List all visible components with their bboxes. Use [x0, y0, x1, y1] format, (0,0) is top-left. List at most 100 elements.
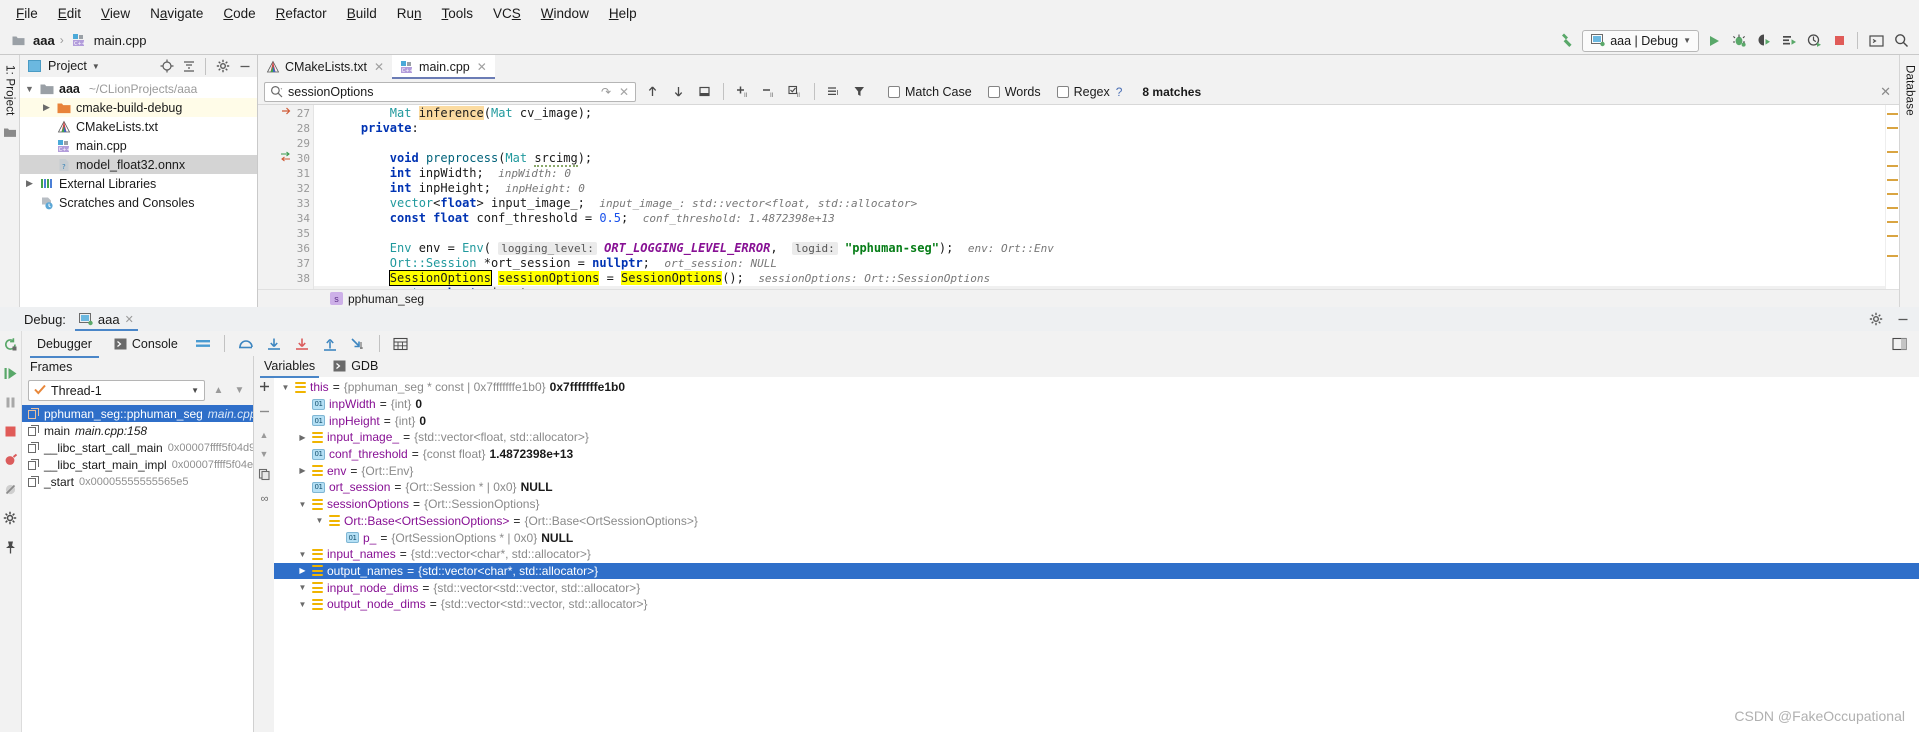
tree-node-model-float32-onnx[interactable]: ? model_float32.onnx: [20, 155, 257, 174]
variable-row[interactable]: 01 inpHeight = {int} 0: [274, 412, 1919, 429]
code-line-28[interactable]: private:: [314, 121, 1885, 136]
remove-line-icon[interactable]: II: [759, 82, 779, 102]
sidebar-item-project[interactable]: 1: Project: [2, 61, 18, 120]
sidebar-item-database[interactable]: Database: [1902, 61, 1918, 120]
menu-item-help[interactable]: Help: [599, 3, 647, 24]
pause-icon[interactable]: [3, 395, 18, 413]
down-icon[interactable]: ▼: [260, 449, 269, 459]
gear-icon[interactable]: [1867, 311, 1884, 328]
menu-item-vcs[interactable]: VCS: [483, 3, 531, 24]
run-icon[interactable]: [1704, 31, 1724, 51]
close-find-icon[interactable]: ✕: [1880, 84, 1891, 100]
gear-icon[interactable]: [214, 58, 231, 75]
words-checkbox[interactable]: Words: [987, 85, 1041, 99]
filter-icon[interactable]: [850, 82, 870, 102]
chevron-right-icon[interactable]: ▶: [41, 102, 52, 113]
evaluate-icon[interactable]: [391, 334, 411, 354]
tab-gdb[interactable]: GDB: [329, 357, 382, 376]
frame-row[interactable]: pphuman_seg::pphuman_seg main.cpp:: [22, 405, 253, 422]
copy-icon[interactable]: [258, 468, 271, 484]
code-line-27[interactable]: Mat inference(Mat cv_image);: [314, 106, 1885, 121]
view-breakpoints-icon[interactable]: [3, 453, 18, 471]
menu-item-window[interactable]: Window: [531, 3, 599, 24]
step-out-icon[interactable]: [320, 334, 340, 354]
code-line-37[interactable]: Ort::Session *ort_session = nullptr; ort…: [314, 256, 1885, 271]
gutter-line-number[interactable]: 39: [258, 286, 313, 289]
gutter-line-number[interactable]: 35: [258, 226, 313, 241]
breadcrumb-file[interactable]: main.cpp: [94, 33, 147, 48]
thread-selector[interactable]: Thread-1 ▼: [28, 380, 205, 401]
code-line-32[interactable]: int inpHeight; inpHeight: 0: [314, 181, 1885, 196]
tree-node-cmakelists-txt[interactable]: CMakeLists.txt: [20, 117, 257, 136]
variable-row[interactable]: 01 conf_threshold = {const float} 1.4872398e…: [274, 446, 1919, 463]
multiline-icon[interactable]: I: [824, 82, 844, 102]
prev-match-icon[interactable]: [642, 82, 662, 102]
tree-node-main-cpp[interactable]: C++ main.cpp: [20, 136, 257, 155]
tree-node-scratches-and-consoles[interactable]: Scratches and Consoles: [20, 193, 257, 212]
stop-icon[interactable]: [1829, 31, 1849, 51]
chevron-right-icon[interactable]: ▶: [297, 466, 308, 475]
variable-row[interactable]: ▶ env = {Ort::Env}: [274, 462, 1919, 479]
breadcrumb-project[interactable]: aaa: [33, 33, 55, 48]
chevron-down-icon[interactable]: ▼: [297, 600, 308, 609]
code-line-35[interactable]: [314, 226, 1885, 241]
menu-item-run[interactable]: Run: [387, 3, 432, 24]
settings-grid-icon[interactable]: [1889, 334, 1909, 354]
run-configuration-selector[interactable]: aaa | Debug ▼: [1582, 29, 1699, 52]
layout-icon[interactable]: [193, 334, 213, 354]
gutter-line-number[interactable]: 29: [258, 136, 313, 151]
inspect-icon[interactable]: ∞: [261, 493, 269, 505]
code-line-31[interactable]: int inpWidth; inpWidth: 0: [314, 166, 1885, 181]
code-line-38[interactable]: SessionOptions sessionOptions = SessionO…: [314, 270, 1885, 286]
variable-row[interactable]: 01 ort_session = {Ort::Session * | 0x0} NULL: [274, 479, 1919, 496]
variable-row[interactable]: ▼ this = {pphuman_seg * const | 0x7fffffffe…: [274, 379, 1919, 396]
editor-marker[interactable]: [1887, 179, 1898, 181]
variable-row[interactable]: ▶ input_image_ = {std::vector<float, std::a…: [274, 429, 1919, 446]
tree-node-aaa[interactable]: ▼ aaa ~/CLionProjects/aaa: [20, 79, 257, 98]
editor-gutter[interactable]: 27282930313233343536373839: [258, 105, 314, 289]
gutter-line-number[interactable]: 28: [258, 121, 313, 136]
next-match-icon[interactable]: [668, 82, 688, 102]
menu-item-refactor[interactable]: Refactor: [266, 3, 337, 24]
menu-item-code[interactable]: Code: [213, 3, 265, 24]
collapse-all-icon[interactable]: [180, 58, 197, 75]
select-all-occurrences-icon[interactable]: [694, 82, 714, 102]
chevron-down-icon[interactable]: ▼: [314, 516, 325, 525]
editor-marker[interactable]: [1887, 165, 1898, 167]
code-line-36[interactable]: Env env = Env( logging_level: ORT_LOGGIN…: [314, 241, 1885, 256]
mute-breakpoints-icon[interactable]: [3, 482, 18, 500]
hammer-icon[interactable]: [1557, 31, 1577, 51]
attach-icon[interactable]: [1804, 31, 1824, 51]
remove-watch-icon[interactable]: [258, 405, 271, 421]
menu-item-file[interactable]: File: [6, 3, 48, 24]
code-editor[interactable]: 27282930313233343536373839 Mat inference…: [258, 105, 1899, 289]
history-icon[interactable]: ↷: [599, 82, 613, 102]
tab-debugger[interactable]: Debugger: [30, 334, 99, 358]
gutter-line-number[interactable]: 38: [258, 271, 313, 286]
variable-row[interactable]: ▼ sessionOptions = {Ort::SessionOptions}: [274, 496, 1919, 513]
select-occurrences-icon[interactable]: II: [785, 82, 805, 102]
minimize-icon[interactable]: [1894, 311, 1911, 328]
minimize-icon[interactable]: [236, 58, 253, 75]
variable-row[interactable]: ▶ output_names = {std::vector<char*, std::a…: [274, 562, 1919, 580]
tree-node-external-libraries[interactable]: ▶ External Libraries: [20, 174, 257, 193]
code-line-30[interactable]: void preprocess(Mat srcimg);: [314, 151, 1885, 167]
code-line-33[interactable]: vector<float> input_image_; input_image_…: [314, 196, 1885, 211]
frame-up-icon[interactable]: ▲: [211, 385, 226, 396]
add-watch-icon[interactable]: [258, 380, 271, 396]
resume-icon[interactable]: [3, 366, 18, 384]
editor-marker[interactable]: [1887, 255, 1898, 257]
editor-marker[interactable]: [1887, 207, 1898, 209]
project-tree[interactable]: ▼ aaa ~/CLionProjects/aaa ▶ cmake-build-debu…: [20, 77, 257, 307]
tab-console[interactable]: Console: [107, 334, 185, 354]
run-to-cursor-icon[interactable]: [348, 334, 368, 354]
code-line-34[interactable]: const float conf_threshold = 0.5; conf_t…: [314, 211, 1885, 226]
chevron-right-icon[interactable]: ▶: [297, 433, 308, 442]
tab-variables[interactable]: Variables: [260, 357, 320, 378]
chevron-right-icon[interactable]: ▶: [24, 178, 35, 189]
gutter-line-number[interactable]: 31: [258, 166, 313, 181]
force-step-into-icon[interactable]: [292, 334, 312, 354]
chevron-down-icon[interactable]: ▼: [297, 500, 308, 509]
search-input[interactable]: sessionOptions ↷ ✕: [264, 81, 636, 102]
variables-tree[interactable]: ▼ this = {pphuman_seg * const | 0x7fffffffe…: [274, 377, 1919, 732]
